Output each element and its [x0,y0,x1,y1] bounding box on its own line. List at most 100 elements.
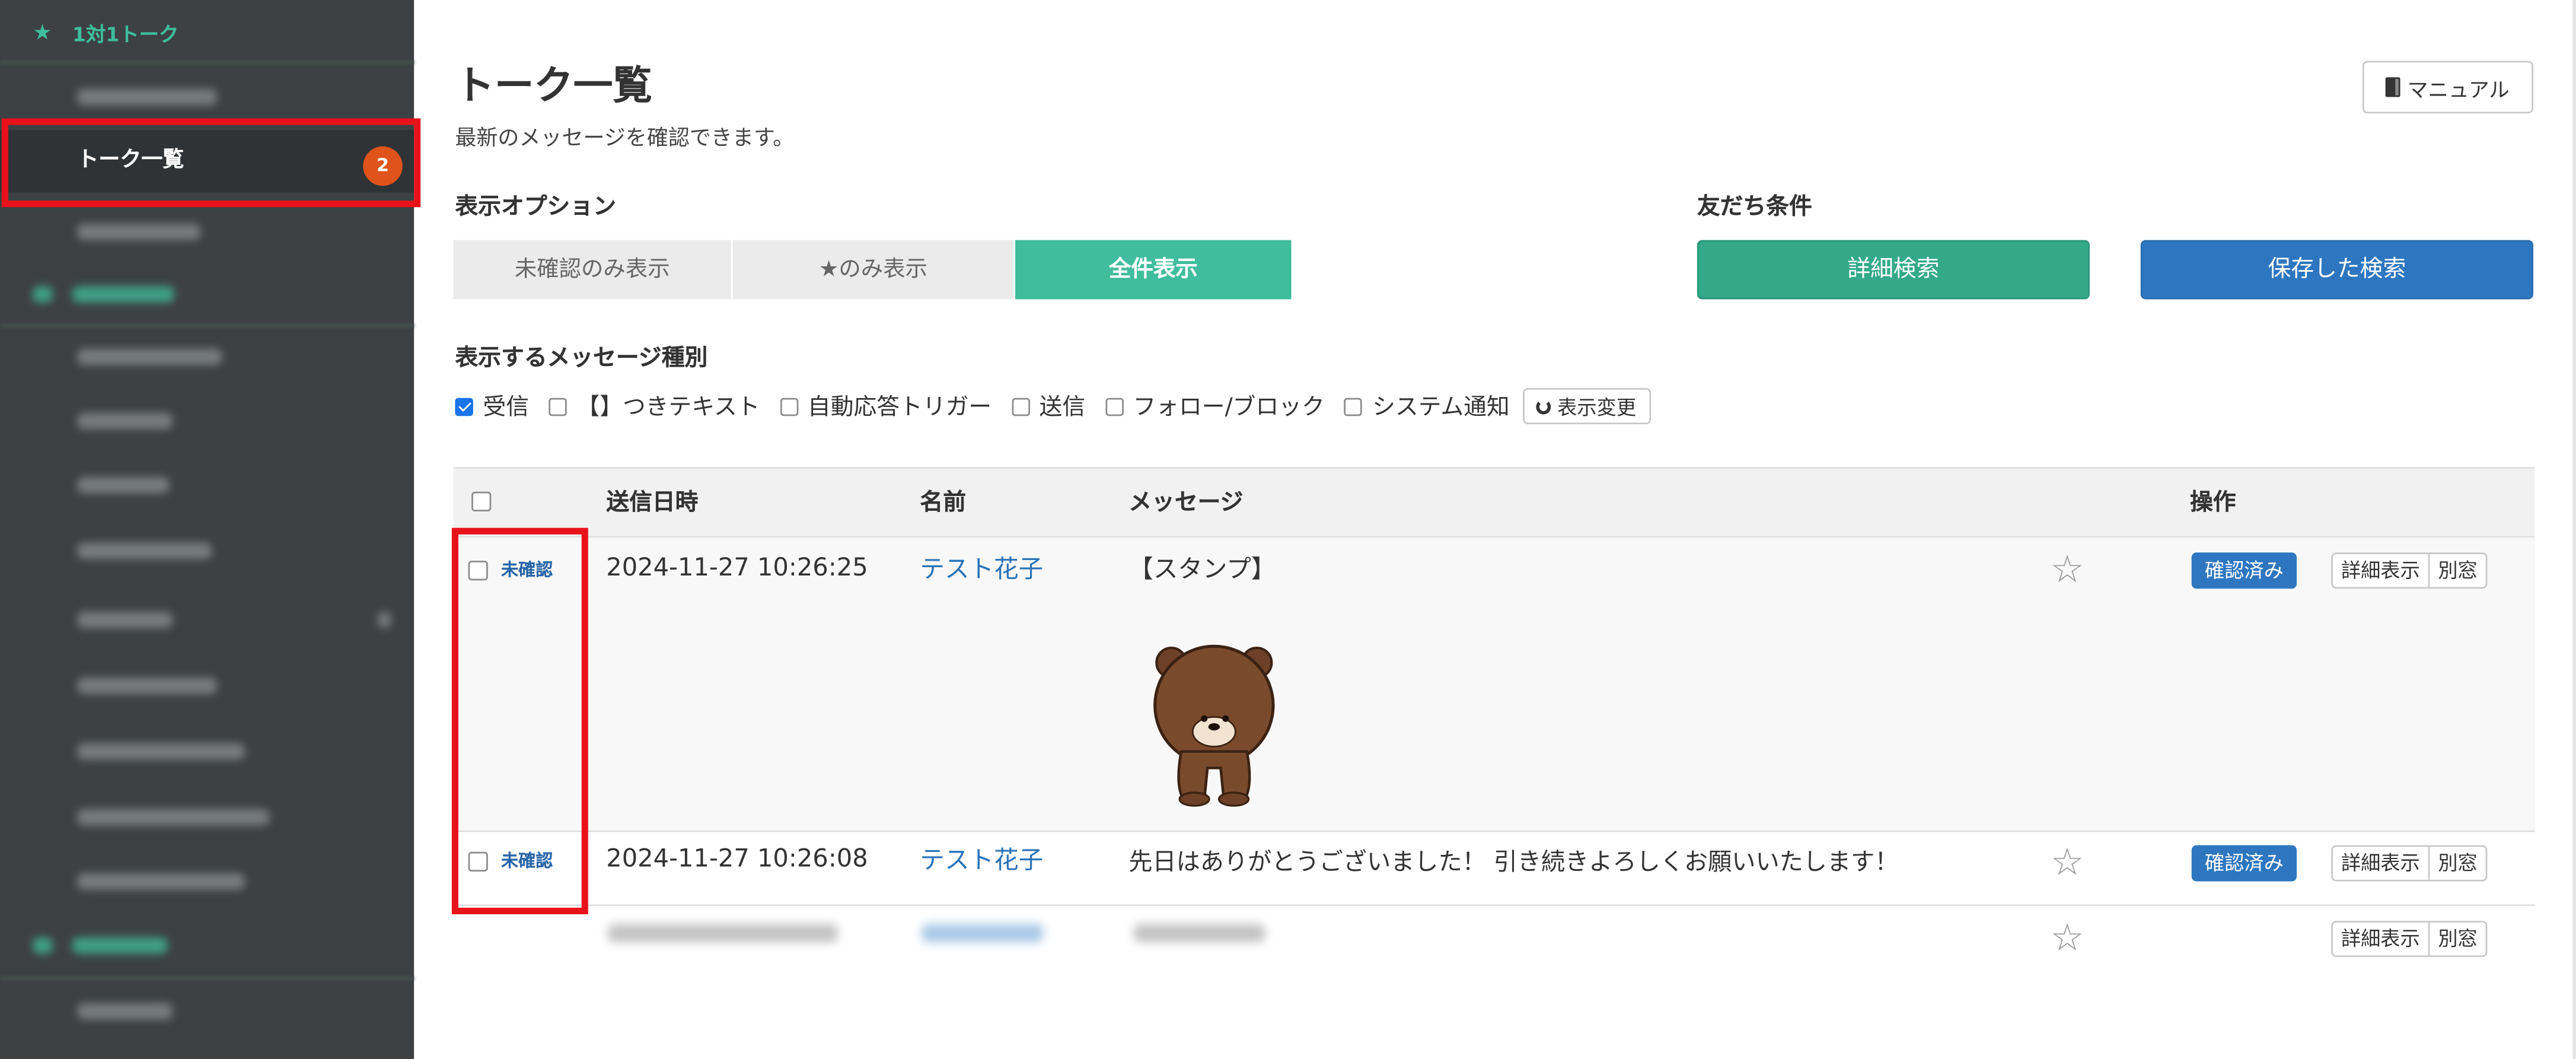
blurred-label [77,476,170,494]
sidebar-item-blurred[interactable] [0,390,414,452]
select-all-checkbox[interactable] [471,491,492,511]
row-message: 【スタンプ】 [1128,554,1276,584]
sidebar-section-1on1-talk[interactable]: ★ 1対1トーク [0,4,414,63]
blurred-message [1133,924,1265,943]
chevron-icon [378,612,391,628]
column-actions: 操作 [2189,489,2236,517]
bear-sticker-image [1153,644,1275,807]
sidebar-divider [0,61,415,65]
row-sent-at: 2024-11-27 10:26:25 [606,552,868,583]
blurred-icon [33,286,53,303]
row-checkbox[interactable] [468,851,488,872]
detail-view-button[interactable]: 詳細表示 [2333,847,2428,879]
segment-starred-only[interactable]: ★のみ表示 [732,240,1016,300]
sidebar-item-blurred[interactable] [0,66,414,128]
row-action-buttons: 詳細表示 別窓 [2331,921,2488,958]
segment-show-all[interactable]: 全件表示 [1015,240,1292,300]
blurred-label [77,348,222,365]
detail-view-button[interactable]: 詳細表示 [2333,554,2428,587]
sidebar: ★ 1対1トーク トーク一覧 2 [0,0,415,1059]
blurred-label [77,809,270,826]
blurred-label [77,1003,173,1020]
confirmed-button[interactable]: 確認済み [2191,552,2297,589]
blurred-sent-at [608,924,838,943]
display-options-label: 表示オプション [455,194,616,221]
sidebar-item-talk-list[interactable]: トーク一覧 [0,129,415,193]
star-toggle-icon[interactable]: ☆ [2050,552,2084,590]
display-options-segmented-control: 未確認のみ表示 ★のみ表示 全件表示 [453,240,1292,300]
apply-filter-label: 表示変更 [1557,395,1637,419]
blurred-label [77,743,245,760]
row-action-buttons: 詳細表示 別窓 [2331,552,2488,589]
star-icon: ★ [33,20,52,46]
star-toggle-icon[interactable]: ☆ [2050,920,2084,959]
blurred-label [72,286,174,303]
filter-bracket-text[interactable]: 【】つきテキスト [549,390,760,422]
filter-follow-block[interactable]: フォロー/ブロック [1105,390,1325,422]
row-checkbox[interactable] [468,561,488,581]
filter-label: フォロー/ブロック [1133,395,1325,421]
new-window-button[interactable]: 別窓 [2428,922,2486,956]
blurred-label [77,612,173,628]
sidebar-item-blurred[interactable] [0,786,414,848]
message-types-label: 表示するメッセージ種別 [455,345,708,372]
checkbox-bracket-text[interactable] [549,397,567,415]
confirmed-button[interactable]: 確認済み [2191,845,2297,882]
unread-count-badge: 2 [363,146,403,186]
row-message: 先日はありがとうございました！ 引き続きよろしくお願いいたします！ [1128,850,1899,877]
sidebar-section-blurred[interactable] [0,263,414,325]
blurred-label [77,873,245,890]
row-name-link[interactable]: テスト花子 [920,842,1043,876]
sidebar-item-blurred[interactable] [0,520,414,582]
sidebar-section-title: 1対1トーク [72,22,179,46]
filter-label: 自動応答トリガー [807,395,992,421]
checkbox-received[interactable] [455,397,473,415]
filter-label: 受信 [483,395,530,421]
window-edge [2572,0,2576,1059]
filter-system-notice[interactable]: システム通知 [1344,390,1510,422]
sidebar-item-blurred[interactable] [0,720,414,783]
filter-auto-reply-trigger[interactable]: 自動応答トリガー [779,390,992,422]
page-subtitle: 最新のメッセージを確認できます。 [455,126,795,151]
filter-label: システム通知 [1372,395,1510,421]
column-name[interactable]: 名前 [920,469,966,538]
blurred-label [77,88,217,106]
sidebar-section-blurred[interactable] [0,914,414,977]
sidebar-item-blurred[interactable] [0,654,414,717]
checkbox-follow-block[interactable] [1105,397,1123,415]
column-message[interactable]: メッセージ [1128,469,1243,538]
filter-label: 送信 [1039,395,1086,421]
star-toggle-icon[interactable]: ☆ [2050,844,2084,883]
saved-search-button[interactable]: 保存した検索 [2140,240,2533,300]
apply-filter-button[interactable]: 表示変更 [1522,388,1652,425]
filter-received[interactable]: 受信 [455,390,529,422]
page: ★ 1対1トーク トーク一覧 2 トーク一覧 最新のメッセージを確認できます。 … [0,0,2576,1059]
blurred-label [77,223,200,240]
detail-view-button[interactable]: 詳細表示 [2333,923,2428,955]
new-window-button[interactable]: 別窓 [2428,847,2486,880]
filter-sent[interactable]: 送信 [1011,390,1085,422]
manual-button[interactable]: マニュアル [2362,61,2533,114]
sidebar-item-blurred[interactable] [0,326,414,388]
segment-unconfirmed-only[interactable]: 未確認のみ表示 [453,240,733,300]
page-title: トーク一覧 [455,62,652,109]
blurred-icon [33,937,53,954]
sidebar-item-blurred[interactable] [0,850,414,912]
sidebar-item-blurred[interactable] [0,980,414,1042]
row-name-link[interactable]: テスト花子 [920,551,1043,586]
sidebar-item-blurred[interactable] [0,201,414,263]
checkbox-auto-reply-trigger[interactable] [779,397,798,415]
sidebar-item-blurred[interactable] [0,589,414,651]
book-icon [2386,77,2401,97]
column-sent-at[interactable]: 送信日時 [606,469,698,538]
sidebar-item-blurred[interactable] [0,454,414,516]
blurred-label [72,937,168,954]
new-window-button[interactable]: 別窓 [2428,554,2486,587]
detail-search-button[interactable]: 詳細検索 [1697,240,2090,300]
row-action-buttons: 詳細表示 別窓 [2331,845,2488,882]
table-header: 送信日時 名前 メッセージ 操作 [453,467,2535,538]
checkbox-sent[interactable] [1011,397,1029,415]
row-sent-at: 2024-11-27 10:26:08 [606,843,868,873]
checkbox-system-notice[interactable] [1344,397,1363,415]
manual-button-label: マニュアル [2407,76,2510,101]
